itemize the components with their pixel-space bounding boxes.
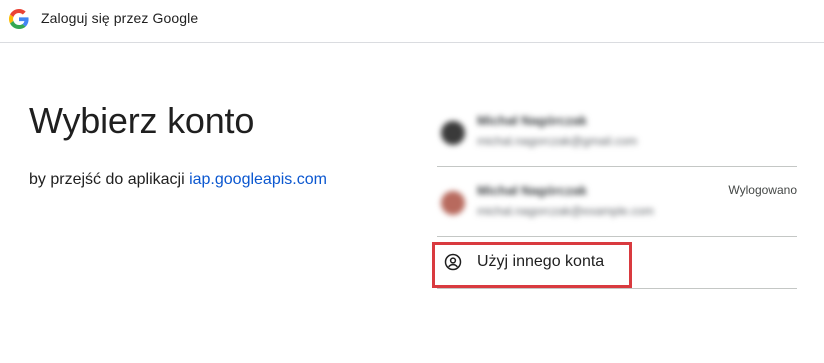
account-email: michal.nagorczak@example.com xyxy=(477,204,654,218)
account-item[interactable]: Michał Nagórczak michal.nagorczak@exampl… xyxy=(437,167,797,237)
page-subtitle: by przejść do aplikacji iap.googleapis.c… xyxy=(29,171,327,189)
signed-out-status: Wylogowano xyxy=(728,183,797,197)
account-email: michal.nagorczak@gmail.com xyxy=(477,134,638,148)
page-title: Wybierz konto xyxy=(29,100,255,141)
account-name: Michał Nagórczak xyxy=(477,113,587,128)
app-link[interactable]: iap.googleapis.com xyxy=(189,171,327,188)
avatar xyxy=(441,191,465,215)
account-circle-icon xyxy=(444,253,462,271)
app-header: Zaloguj się przez Google xyxy=(0,0,824,43)
account-name: Michał Nagórczak xyxy=(477,183,587,198)
use-another-account-button[interactable]: Użyj innego konta xyxy=(437,237,797,289)
use-another-account-label: Użyj innego konta xyxy=(477,253,605,270)
google-g-icon xyxy=(9,9,29,29)
avatar xyxy=(441,121,465,145)
header-title: Zaloguj się przez Google xyxy=(41,10,199,26)
subtitle-text: by przejść do aplikacji xyxy=(29,171,190,188)
account-item[interactable]: Michał Nagórczak michal.nagorczak@gmail.… xyxy=(437,97,797,167)
account-list: Michał Nagórczak michal.nagorczak@gmail.… xyxy=(437,97,797,289)
